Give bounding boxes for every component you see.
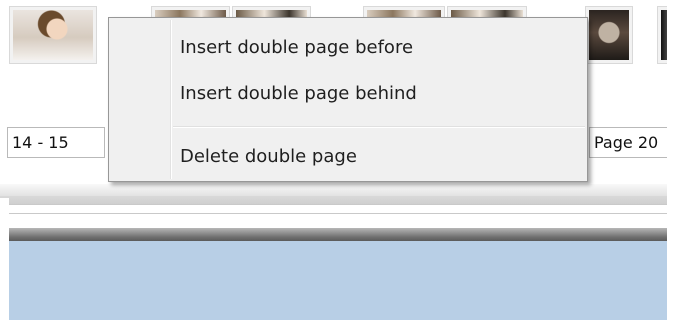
left-margin xyxy=(0,198,9,320)
divider-bar xyxy=(0,196,677,204)
menu-item-insert-behind[interactable]: Insert double page behind xyxy=(111,78,585,110)
album-editor: 14 - 15 Page 20 Insert double page befor… xyxy=(0,0,677,320)
workspace-area[interactable] xyxy=(0,241,677,320)
thumbnail-photo[interactable] xyxy=(585,6,633,64)
page-label-field[interactable]: Page 20 xyxy=(589,127,677,158)
thumbnail-bride[interactable] xyxy=(9,6,97,64)
right-margin xyxy=(667,0,677,320)
context-menu: Insert double page before Insert double … xyxy=(108,17,588,182)
photo-wedding-thumbnail xyxy=(589,10,629,60)
menu-item-insert-before[interactable]: Insert double page before xyxy=(111,32,585,64)
menu-separator xyxy=(173,126,585,128)
panel-header-bar xyxy=(0,228,677,241)
photo-bride-thumbnail xyxy=(13,10,93,60)
divider-line xyxy=(0,204,677,214)
toolbar-bar xyxy=(0,184,677,196)
menu-item-delete-double-page[interactable]: Delete double page xyxy=(111,141,585,173)
page-range-field[interactable]: 14 - 15 xyxy=(7,127,105,158)
